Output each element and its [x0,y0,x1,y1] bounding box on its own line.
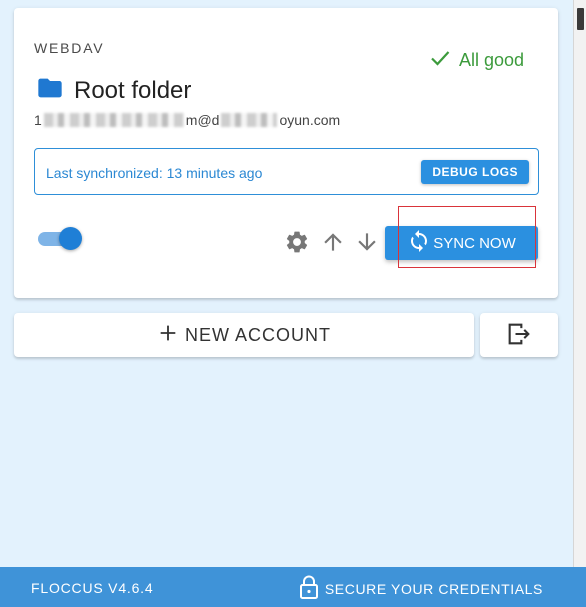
window-edge-strip [573,0,586,567]
sync-now-label: SYNC NOW [433,234,516,252]
account-type-label: WEBDAV [34,40,105,56]
status-text: All good [458,50,524,70]
last-sync-text: Last synchronized: 13 minutes ago [46,165,263,181]
toggle-knob [59,227,82,250]
upload-button[interactable] [319,230,347,258]
folder-title: Root folder [74,76,192,104]
gear-icon [284,229,310,260]
email-domain: oyun.com [279,112,341,128]
last-sync-panel: Last synchronized: 13 minutes ago DEBUG … [34,148,539,195]
folder-icon [36,74,64,107]
arrow-up-icon [320,229,346,260]
new-account-label: NEW ACCOUNT [185,324,331,345]
account-card: WEBDAV All good Root folder 1 m@d oyun.c… [14,8,558,298]
folder-title-row: Root folder [36,74,191,107]
sync-now-button[interactable]: SYNC NOW [385,226,538,260]
logout-button[interactable] [480,313,558,357]
check-icon [427,46,453,75]
sync-status: All good [427,46,524,75]
account-enabled-toggle[interactable] [38,227,82,250]
settings-button[interactable] [283,230,311,258]
sync-icon [407,229,431,257]
arrow-down-icon [354,229,380,260]
new-account-button[interactable]: NEW ACCOUNT [14,313,474,357]
secure-credentials-label: SECURE YOUR CREDENTIALS [324,580,543,597]
window-edge-mark [577,8,584,30]
account-email: 1 m@d oyun.com [34,112,340,128]
redacted-text [43,113,184,127]
lock-icon [297,573,321,604]
email-middle: m@d [185,112,220,128]
plus-icon [157,322,179,349]
app-version: FLOCCUS V4.6.4 [31,580,154,596]
logout-icon [505,320,533,351]
secure-credentials-link[interactable]: SECURE YOUR CREDENTIALS [297,573,543,604]
debug-logs-button[interactable]: DEBUG LOGS [421,160,529,184]
footer-bar: FLOCCUS V4.6.4 SECURE YOUR CREDENTIALS [0,567,586,607]
download-button[interactable] [353,230,381,258]
redacted-text [221,113,278,127]
email-prefix: 1 [34,112,42,128]
